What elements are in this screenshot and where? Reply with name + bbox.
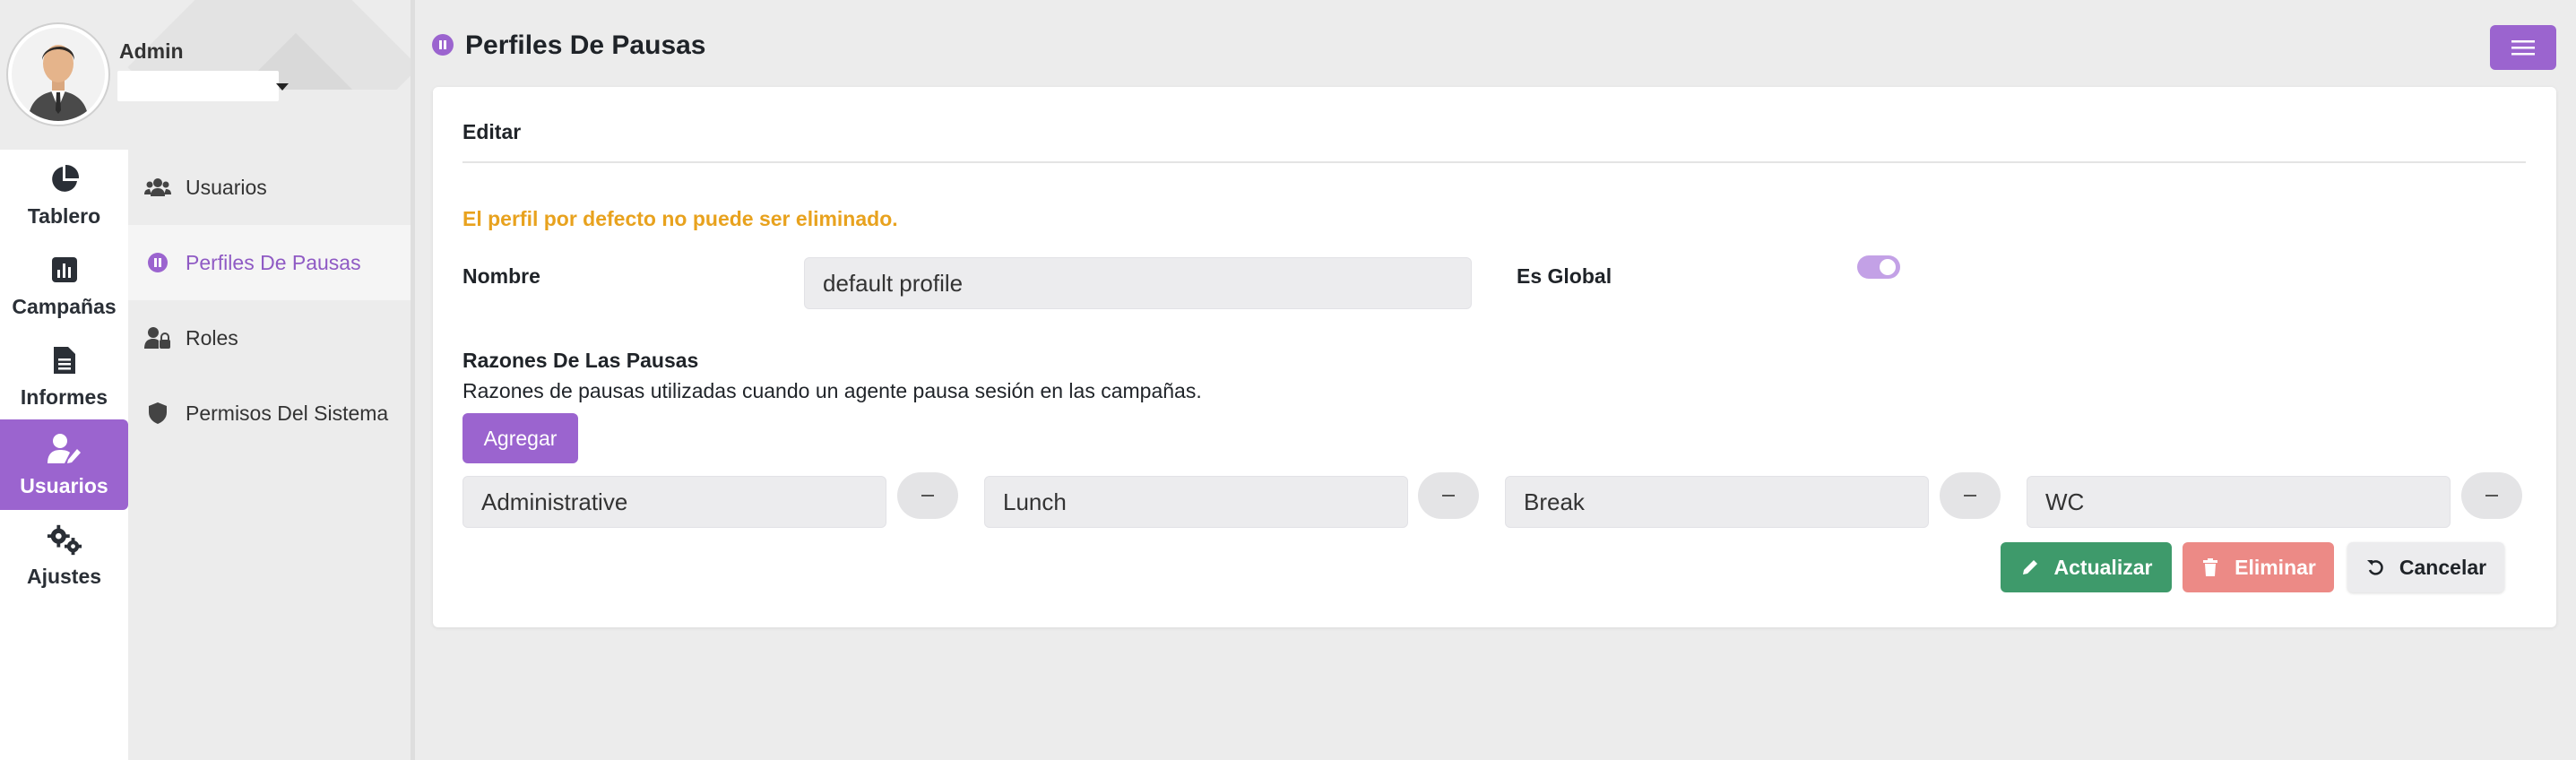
name-label: Nombre <box>462 264 540 288</box>
chevron-down-icon[interactable] <box>276 83 289 91</box>
rail-item-tablero[interactable]: Tablero <box>0 150 128 240</box>
sub-menu: Usuarios Perfiles De Pausas Roles Permis… <box>128 150 411 760</box>
edit-card: Editar El perfil por defecto no puede se… <box>433 87 2556 627</box>
minus-icon <box>1442 495 1455 497</box>
rail-item-ajustes[interactable]: Ajustes <box>0 510 128 600</box>
hamburger-menu-button[interactable] <box>2490 25 2556 70</box>
rail-item-label: Ajustes <box>26 565 102 588</box>
remove-reason-button[interactable] <box>2461 472 2522 519</box>
pencil-icon <box>2020 557 2040 577</box>
submenu-item-label: Roles <box>186 325 238 350</box>
remove-reason-button[interactable] <box>897 472 958 519</box>
trash-icon <box>2200 557 2220 577</box>
add-reason-button[interactable]: Agregar <box>462 413 578 463</box>
rail-item-label: Usuarios <box>20 474 108 497</box>
rail-item-informes[interactable]: Informes <box>0 331 128 421</box>
user-edit-icon <box>47 431 82 467</box>
remove-reason-button[interactable] <box>1940 472 2001 519</box>
delete-button[interactable]: Eliminar <box>2183 542 2334 592</box>
gears-icon <box>47 522 82 557</box>
cancel-label: Cancelar <box>2399 555 2487 579</box>
name-input[interactable] <box>804 257 1472 309</box>
rail-item-usuarios[interactable]: Usuarios <box>0 419 128 510</box>
reason-input[interactable] <box>2027 476 2451 528</box>
submenu-item-permisos[interactable]: Permisos Del Sistema <box>128 376 411 451</box>
rail-item-campanas[interactable]: Campañas <box>0 240 128 331</box>
hamburger-icon <box>2511 40 2535 56</box>
update-button[interactable]: Actualizar <box>2001 542 2172 592</box>
rail-item-label: Campañas <box>12 295 117 318</box>
reason-input[interactable] <box>984 476 1408 528</box>
bar-chart-icon <box>47 252 82 288</box>
users-icon <box>144 174 171 201</box>
rail-item-label: Tablero <box>27 204 101 228</box>
global-toggle[interactable] <box>1857 255 1900 279</box>
minus-icon <box>2485 495 2498 497</box>
submenu-item-label: Permisos Del Sistema <box>186 401 389 425</box>
submenu-item-roles[interactable]: Roles <box>128 300 411 376</box>
remove-reason-button[interactable] <box>1418 472 1479 519</box>
user-status-select[interactable] <box>117 71 279 101</box>
pause-circle-icon <box>432 34 454 56</box>
update-label: Actualizar <box>2053 555 2153 579</box>
section-title: Editar <box>462 120 522 143</box>
sidebar-divider <box>411 0 415 760</box>
submenu-item-label: Usuarios <box>186 175 267 199</box>
avatar[interactable] <box>8 24 108 125</box>
warning-message: El perfil por defecto no puede ser elimi… <box>462 207 898 230</box>
reason-input[interactable] <box>1505 476 1929 528</box>
undo-icon <box>2365 557 2385 577</box>
reason-input[interactable] <box>462 476 886 528</box>
section-divider <box>462 161 2526 163</box>
submenu-item-perfiles-de-pausas[interactable]: Perfiles De Pausas <box>128 225 411 300</box>
toggle-knob <box>1880 259 1896 275</box>
pie-chart-icon <box>47 161 82 197</box>
submenu-item-usuarios[interactable]: Usuarios <box>128 150 411 225</box>
user-lock-icon <box>144 324 171 351</box>
minus-icon <box>921 495 934 497</box>
delete-label: Eliminar <box>2235 555 2316 579</box>
minus-icon <box>1964 495 1976 497</box>
shield-icon <box>144 400 171 427</box>
rail-item-label: Informes <box>20 385 108 409</box>
document-icon <box>47 342 82 378</box>
submenu-item-label: Perfiles De Pausas <box>186 250 361 274</box>
reasons-title: Razones De Las Pausas <box>462 349 699 372</box>
user-name: Admin <box>119 39 184 63</box>
reasons-description: Razones de pausas utilizadas cuando un a… <box>462 379 1202 402</box>
cancel-button[interactable]: Cancelar <box>2347 542 2504 592</box>
page-title: Perfiles De Pausas <box>465 30 706 60</box>
pause-circle-icon <box>144 249 171 276</box>
global-label: Es Global <box>1517 264 1612 288</box>
